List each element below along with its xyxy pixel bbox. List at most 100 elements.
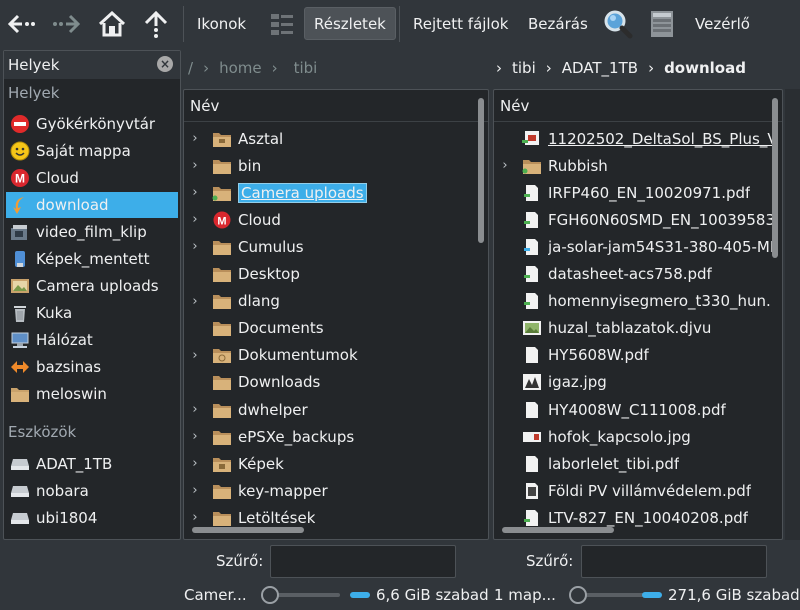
breadcrumb-adat[interactable]: ADAT_1TB bbox=[562, 59, 638, 77]
place-item-label: Saját mappa bbox=[36, 142, 131, 160]
zoom-slider-rail[interactable] bbox=[578, 593, 648, 597]
place-item-video[interactable]: video_film_klip bbox=[6, 219, 178, 245]
close-split-button[interactable]: Bezárás bbox=[519, 7, 597, 40]
file-row[interactable]: › dwhelper bbox=[188, 397, 468, 422]
file-row[interactable]: IRFP460_EN_10020971.pdf bbox=[498, 180, 772, 205]
horizontal-scrollbar[interactable] bbox=[192, 527, 304, 533]
chevron-right-icon[interactable]: › bbox=[188, 185, 202, 200]
file-row[interactable]: › dlang bbox=[188, 289, 468, 314]
left-breadcrumb[interactable]: / › home › tibi bbox=[188, 55, 327, 81]
zoom-slider-handle[interactable] bbox=[569, 586, 587, 604]
back-arrow-icon[interactable] bbox=[4, 6, 40, 42]
terminal-panel-icon[interactable] bbox=[644, 6, 680, 42]
file-row[interactable]: › Képek bbox=[188, 451, 468, 476]
filter-input[interactable] bbox=[270, 545, 456, 578]
place-item-network[interactable]: Hálózat bbox=[6, 327, 178, 353]
chevron-right-icon[interactable]: › bbox=[188, 402, 202, 417]
horizontal-scrollbar[interactable] bbox=[502, 527, 614, 533]
close-icon[interactable]: × bbox=[157, 56, 173, 72]
chevron-right-icon[interactable]: › bbox=[188, 239, 202, 254]
breadcrumb-home[interactable]: home bbox=[219, 59, 262, 77]
file-row[interactable]: Documents bbox=[188, 316, 468, 341]
file-row[interactable]: ja-solar-jam54S31-380-405-MR bbox=[498, 234, 772, 259]
chevron-right-icon[interactable]: › bbox=[188, 158, 202, 173]
chevron-right-icon[interactable]: › bbox=[188, 483, 202, 498]
chevron-right-icon[interactable]: › bbox=[188, 131, 202, 146]
control-menu-button[interactable]: Vezérlő bbox=[686, 7, 759, 40]
file-row[interactable]: datasheet-acs758.pdf bbox=[498, 262, 772, 287]
place-item-bazsinas[interactable]: bazsinas bbox=[6, 354, 178, 380]
file-row[interactable]: homennyisegmero_t330_hun.p bbox=[498, 289, 772, 314]
free-space-bar bbox=[350, 592, 370, 598]
pdf-document-icon bbox=[522, 346, 542, 364]
place-item-camera-uploads[interactable]: Camera uploads bbox=[6, 273, 178, 299]
place-item-trash[interactable]: Kuka bbox=[6, 300, 178, 326]
up-arrow-icon[interactable] bbox=[138, 6, 174, 42]
device-item-ubi1804[interactable]: ubi1804 bbox=[6, 505, 178, 531]
filter-input[interactable] bbox=[581, 545, 767, 578]
chevron-right-icon[interactable]: › bbox=[188, 294, 202, 309]
file-row[interactable]: HY4008W_C111008.pdf bbox=[498, 397, 772, 422]
places-panel-header: Helyek × bbox=[4, 51, 180, 79]
name-column-header[interactable]: Név bbox=[494, 90, 782, 122]
zoom-slider-handle[interactable] bbox=[261, 586, 279, 604]
breadcrumb-root[interactable]: / bbox=[188, 59, 193, 77]
breadcrumb-download[interactable]: download bbox=[664, 59, 746, 77]
chevron-right-icon[interactable]: › bbox=[188, 429, 202, 444]
chevron-right-icon[interactable]: › bbox=[188, 456, 202, 471]
chevron-right-icon[interactable]: › bbox=[188, 510, 202, 525]
icons-view-button[interactable]: Ikonok bbox=[188, 7, 255, 40]
file-row[interactable]: hofok_kapcsolo.jpg bbox=[498, 424, 772, 449]
file-row[interactable]: › Rubbish bbox=[498, 153, 772, 178]
hidden-files-button[interactable]: Rejtett fájlok bbox=[404, 7, 517, 40]
place-item-meloswin[interactable]: meloswin bbox=[6, 381, 178, 407]
file-row[interactable]: 11202502_DeltaSol_BS_Plus_V2 bbox=[498, 126, 772, 151]
breadcrumb-tibi[interactable]: tibi bbox=[512, 59, 536, 77]
file-row[interactable]: › Dokumentumok bbox=[188, 343, 468, 368]
place-item-root[interactable]: Gyökérkönyvtár bbox=[6, 111, 178, 137]
file-row[interactable]: › Cumulus bbox=[188, 234, 468, 259]
place-item-cloud[interactable]: M Cloud bbox=[6, 165, 178, 191]
file-row[interactable]: › Asztal bbox=[188, 126, 468, 151]
file-row[interactable]: igaz.jpg bbox=[498, 370, 772, 395]
file-row[interactable]: › key-mapper bbox=[188, 478, 468, 503]
compact-view-icon[interactable] bbox=[264, 6, 300, 42]
folder-icon bbox=[212, 401, 232, 419]
chevron-right-icon[interactable]: › bbox=[188, 212, 202, 227]
chevron-right-icon[interactable]: › bbox=[498, 158, 512, 173]
vertical-scrollbar[interactable] bbox=[772, 98, 778, 258]
file-row[interactable]: huzal_tablazatok.djvu bbox=[498, 316, 772, 341]
file-row[interactable]: laborlelet_tibi.pdf bbox=[498, 451, 772, 476]
home-icon[interactable] bbox=[94, 6, 130, 42]
file-row[interactable]: Downloads bbox=[188, 370, 468, 395]
file-row[interactable]: FGH60N60SMD_EN_10039583. bbox=[498, 207, 772, 232]
search-icon[interactable] bbox=[600, 6, 636, 42]
zoom-slider-rail[interactable] bbox=[270, 593, 340, 597]
place-item-download[interactable]: download bbox=[6, 192, 178, 218]
file-name: datasheet-acs758.pdf bbox=[548, 265, 712, 283]
device-item-adat[interactable]: ADAT_1TB bbox=[6, 451, 178, 477]
file-row[interactable]: Földi PV villámvédelem.pdf bbox=[498, 478, 772, 503]
forward-arrow-icon[interactable] bbox=[48, 6, 84, 42]
file-row[interactable]: › bin bbox=[188, 153, 468, 178]
details-view-button[interactable]: Részletek bbox=[304, 7, 396, 40]
device-item-nobara[interactable]: nobara bbox=[6, 478, 178, 504]
place-item-home[interactable]: Saját mappa bbox=[6, 138, 178, 164]
file-row[interactable]: › ePSXe_backups bbox=[188, 424, 468, 449]
free-space-text: 271,6 GiB szabad bbox=[668, 586, 800, 604]
name-column-header[interactable]: Név bbox=[184, 90, 488, 122]
file-row[interactable]: HY5608W.pdf bbox=[498, 343, 772, 368]
left-file-view[interactable]: Név › Asztal › bin › Camera uploads › M Cloud › Cu… bbox=[183, 89, 489, 540]
status-text: Camer... bbox=[184, 586, 247, 604]
file-name: key-mapper bbox=[238, 481, 328, 500]
file-row[interactable]: › Camera uploads bbox=[188, 180, 468, 205]
right-breadcrumb[interactable]: › tibi › ADAT_1TB › download bbox=[496, 55, 756, 81]
file-row[interactable]: Desktop bbox=[188, 262, 468, 287]
breadcrumb-tibi[interactable]: tibi bbox=[294, 59, 318, 77]
file-row[interactable]: › M Cloud bbox=[188, 207, 468, 232]
chevron-right-icon[interactable]: › bbox=[188, 348, 202, 363]
chevron-right-icon: › bbox=[648, 59, 655, 77]
vertical-scrollbar[interactable] bbox=[478, 98, 484, 243]
place-item-pictures-saved[interactable]: Képek_mentett bbox=[6, 246, 178, 272]
right-file-view[interactable]: Név 11202502_DeltaSol_BS_Plus_V2 › Rubbish… bbox=[493, 89, 783, 540]
